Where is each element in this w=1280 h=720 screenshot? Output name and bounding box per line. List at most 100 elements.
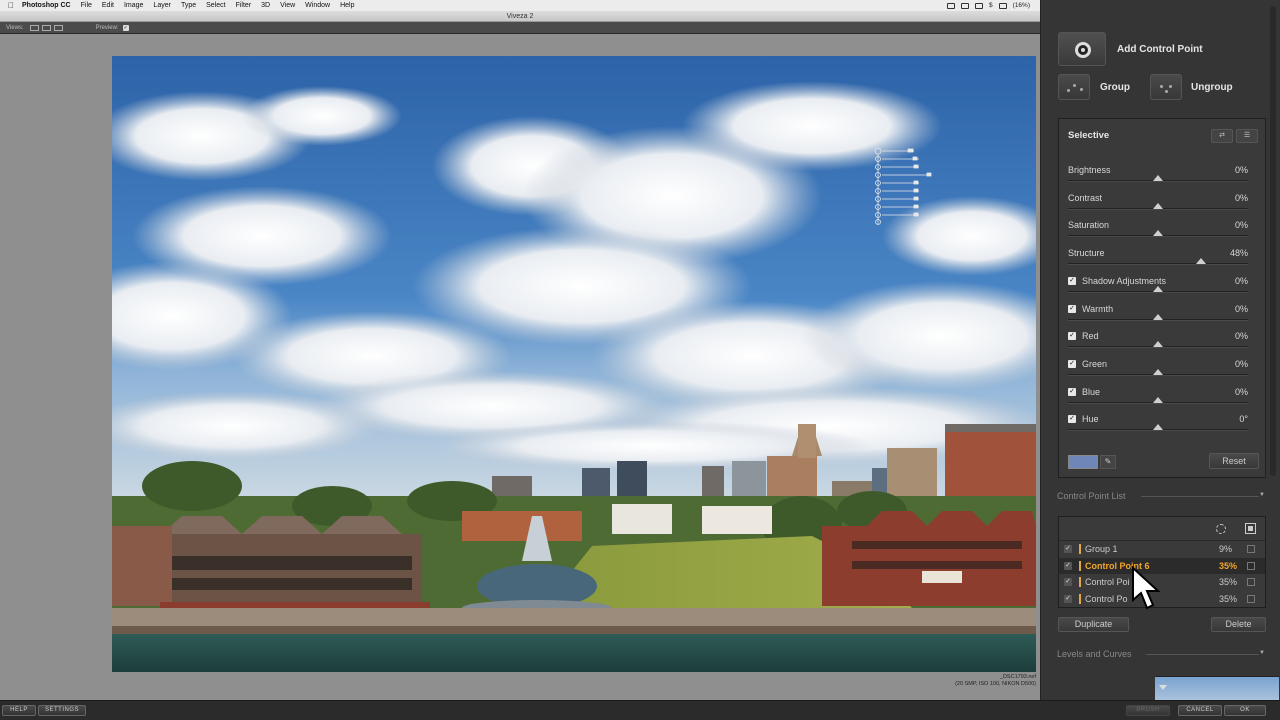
menu-image[interactable]: Image [124, 2, 143, 9]
slider-structure[interactable]: Structure 48% [1068, 248, 1248, 270]
single-view-button[interactable] [29, 24, 39, 31]
slider-handle[interactable] [1153, 286, 1163, 292]
levels-curves-header[interactable]: Levels and Curves [1057, 649, 1132, 659]
menu-window[interactable]: Window [305, 2, 330, 9]
slider-handle[interactable] [1153, 369, 1163, 375]
control-point-row[interactable]: ✓ Group 1 9% [1059, 541, 1265, 557]
slider-warmth[interactable]: ✓ Warmth 0% [1068, 304, 1248, 326]
control-point-mask-toggle[interactable] [1247, 578, 1255, 586]
menu-edit[interactable]: Edit [102, 2, 114, 9]
expand-sliders-icon[interactable]: ☰ [1236, 129, 1258, 143]
status-icon[interactable] [975, 2, 984, 9]
eyedropper-icon[interactable]: ✎ [1100, 455, 1116, 469]
slider-handle[interactable] [1153, 314, 1163, 320]
ungroup-button[interactable] [1150, 74, 1182, 100]
menu-select[interactable]: Select [206, 2, 225, 9]
group-button[interactable] [1058, 74, 1090, 100]
control-point-mask-toggle[interactable] [1247, 594, 1255, 603]
slider-enable-checkbox[interactable]: ✓ [1068, 305, 1076, 313]
control-point-overlay[interactable] [874, 146, 934, 226]
slider-value: 0% [1234, 387, 1248, 397]
battery-percent: (16%) [1012, 2, 1030, 9]
settings-button[interactable]: SETTINGS [38, 705, 86, 716]
ok-button[interactable]: OK [1224, 705, 1266, 716]
slider-shadow-adjustments[interactable]: ✓ Shadow Adjustments 0% [1068, 276, 1248, 298]
group-icon-dot [1080, 88, 1083, 91]
preview-checkbox[interactable]: ✓ [122, 24, 129, 31]
collapse-arrow-icon[interactable]: ▼ [1259, 492, 1265, 498]
group-label[interactable]: Group [1100, 82, 1130, 93]
help-button[interactable]: HELP [2, 705, 36, 716]
split-view-button[interactable] [41, 24, 51, 31]
photo-preview[interactable] [112, 56, 1036, 672]
ungroup-icon-dot [1169, 85, 1172, 88]
slider-enable-checkbox[interactable]: ✓ [1068, 277, 1076, 285]
collapse-arrow-icon[interactable]: ▼ [1259, 650, 1265, 656]
slider-value: 0% [1234, 220, 1248, 230]
slider-label: Green [1082, 359, 1108, 369]
control-point-checkbox[interactable]: ✓ [1064, 545, 1072, 553]
menu-file[interactable]: File [81, 2, 92, 9]
slider-hue[interactable]: ✓ Hue 0° [1068, 414, 1248, 436]
slider-green[interactable]: ✓ Green 0% [1068, 359, 1248, 381]
show-selection-icon[interactable] [1216, 524, 1226, 534]
color-swatch[interactable] [1068, 455, 1098, 469]
status-icon[interactable] [947, 2, 956, 9]
menu-filter[interactable]: Filter [236, 2, 252, 9]
slider-saturation[interactable]: Saturation 0% [1068, 220, 1248, 242]
slider-handle[interactable] [1153, 397, 1163, 403]
control-point-list-header[interactable]: Control Point List [1057, 491, 1126, 501]
menu-type[interactable]: Type [181, 2, 196, 9]
preview-label: Preview: [95, 24, 119, 31]
group-icon-dot [1073, 84, 1076, 87]
ungroup-label[interactable]: Ungroup [1191, 82, 1233, 93]
reset-button[interactable]: Reset [1209, 453, 1259, 469]
slider-enable-checkbox[interactable]: ✓ [1068, 332, 1076, 340]
slider-handle[interactable] [1153, 424, 1163, 430]
delete-button[interactable]: Delete [1211, 617, 1266, 632]
brush-button[interactable]: BRUSH [1126, 705, 1170, 716]
file-details: (20 SMP, ISO 100, NIKON D500) [955, 681, 1036, 687]
cancel-button[interactable]: CANCEL [1178, 705, 1222, 716]
duplicate-button[interactable]: Duplicate [1058, 617, 1129, 632]
slider-handle[interactable] [1153, 175, 1163, 181]
panel-scrollbar[interactable] [1270, 6, 1276, 476]
slider-track[interactable] [1068, 263, 1248, 264]
slider-red[interactable]: ✓ Red 0% [1068, 331, 1248, 353]
menu-help[interactable]: Help [340, 2, 354, 9]
control-point-checkbox[interactable]: ✓ [1064, 594, 1072, 603]
slider-enable-checkbox[interactable]: ✓ [1068, 388, 1076, 396]
slider-brightness[interactable]: Brightness 0% [1068, 165, 1248, 187]
slider-value: 0% [1234, 359, 1248, 369]
slider-handle[interactable] [1153, 203, 1163, 209]
selective-title: Selective [1068, 130, 1110, 141]
control-point-color-bar [1079, 560, 1081, 571]
control-point-checkbox[interactable]: ✓ [1064, 578, 1072, 586]
slider-label: Red [1082, 331, 1099, 341]
levels-curves-preview [1155, 676, 1279, 700]
slider-contrast[interactable]: Contrast 0% [1068, 193, 1248, 215]
battery-icon[interactable] [998, 2, 1007, 9]
menu-view[interactable]: View [280, 2, 295, 9]
slider-handle[interactable] [1153, 341, 1163, 347]
status-icon[interactable] [961, 2, 970, 9]
slider-enable-checkbox[interactable]: ✓ [1068, 360, 1076, 368]
collapse-sliders-icon[interactable]: ⇄ [1211, 129, 1233, 143]
slider-blue[interactable]: ✓ Blue 0% [1068, 387, 1248, 409]
slider-handle[interactable] [1153, 230, 1163, 236]
dollar-icon[interactable]: $ [989, 2, 993, 9]
add-control-point-button[interactable] [1058, 32, 1106, 66]
menu-3d[interactable]: 3D [261, 2, 270, 9]
side-by-side-view-button[interactable] [53, 24, 63, 31]
apple-icon[interactable]:  [0, 1, 22, 10]
slider-label: Warmth [1082, 304, 1114, 314]
control-point-mask-toggle[interactable] [1247, 561, 1255, 570]
app-menu[interactable]: Photoshop CC [22, 2, 71, 9]
slider-handle[interactable] [1196, 258, 1207, 264]
menu-layer[interactable]: Layer [153, 2, 171, 9]
show-mask-icon[interactable] [1245, 523, 1256, 534]
add-control-point-label[interactable]: Add Control Point [1117, 44, 1203, 55]
control-point-mask-toggle[interactable] [1247, 545, 1255, 553]
slider-enable-checkbox[interactable]: ✓ [1068, 415, 1076, 423]
control-point-checkbox[interactable]: ✓ [1064, 561, 1072, 570]
